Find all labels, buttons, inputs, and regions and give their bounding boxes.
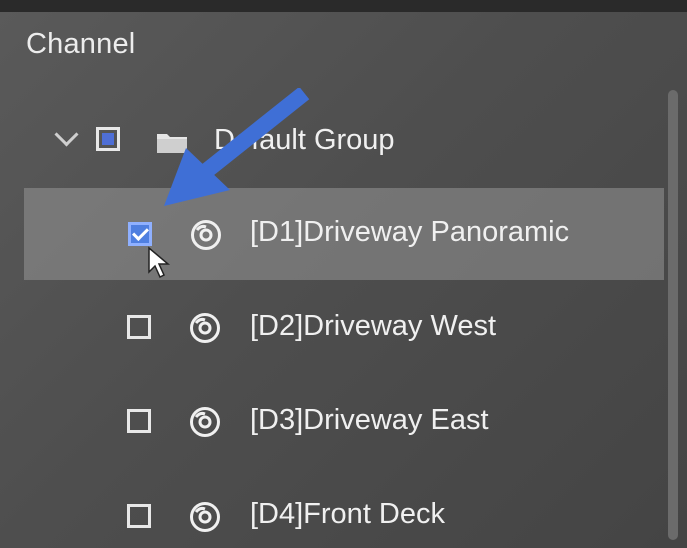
channel-row-d1[interactable]: [D1]Driveway Panoramic: [24, 188, 664, 280]
panel-top-border: [0, 0, 687, 12]
scrollbar[interactable]: [668, 90, 678, 540]
camera-icon: [191, 220, 221, 250]
channel-checkbox-d2[interactable]: [127, 315, 151, 339]
channel-row-d4[interactable]: [D4]Front Deck: [0, 466, 668, 548]
channel-label-d2: [D2]Driveway West: [250, 310, 497, 342]
channel-panel: Channel Default Group [D1]Driveway Panor…: [0, 0, 687, 548]
cursor-icon: [148, 246, 171, 279]
tree-group-row[interactable]: Default Group: [0, 94, 668, 186]
annotation-arrow-icon: [164, 88, 310, 206]
group-checkbox[interactable]: [96, 127, 120, 151]
camera-icon: [190, 313, 220, 343]
channel-label-d3: [D3]Driveway East: [250, 404, 489, 436]
channel-checkbox-d4[interactable]: [127, 504, 151, 528]
channel-row-d2[interactable]: [D2]Driveway West: [0, 282, 668, 374]
camera-icon: [190, 407, 220, 437]
channel-label-d4: [D4]Front Deck: [250, 498, 445, 530]
channel-checkbox-d1[interactable]: [128, 222, 152, 246]
channel-row-d3[interactable]: [D3]Driveway East: [0, 376, 668, 468]
chevron-down-icon[interactable]: [54, 122, 79, 147]
channel-checkbox-d3[interactable]: [127, 409, 151, 433]
panel-title: Channel: [26, 28, 136, 60]
camera-icon: [190, 502, 220, 532]
channel-label-d1: [D1]Driveway Panoramic: [250, 216, 570, 248]
